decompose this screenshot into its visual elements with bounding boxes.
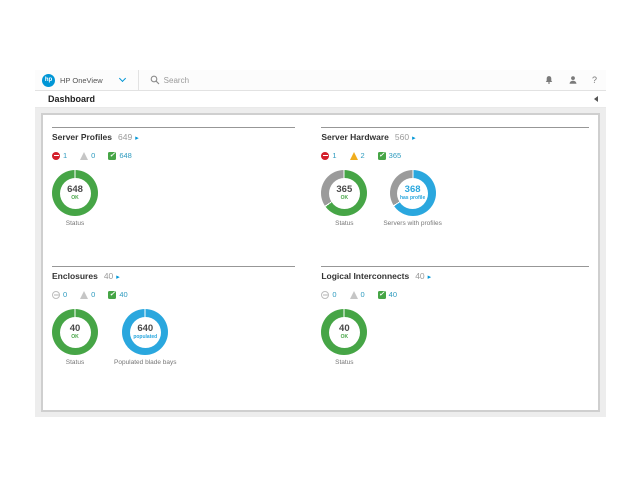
critical-icon [321,152,329,160]
panel-server-profiles: Server Profiles 649 ▸ 1 0 ✓ 648 [52,127,295,266]
chevron-right-icon[interactable]: ▸ [412,134,416,142]
search-input[interactable]: Search [150,75,544,85]
hp-logo: hp [42,74,55,87]
warning-icon [350,152,358,160]
warning-count[interactable]: 0 [350,290,365,299]
warning-count[interactable]: 0 [80,151,95,160]
top-actions: ? [544,75,597,85]
panel-title: Server Profiles [52,132,112,142]
ok-icon: ✓ [108,152,116,160]
panel-count-link[interactable]: 40 [415,271,424,281]
search-placeholder: Search [164,76,189,85]
ok-icon: ✓ [108,291,116,299]
user-icon[interactable] [568,75,578,85]
donut-caption: Populated blade bays [114,359,177,366]
profiles-donut-chart[interactable]: 368 has profile [390,170,436,216]
chevron-right-icon[interactable]: ▸ [428,273,432,281]
panel-count-link[interactable]: 560 [395,132,409,142]
chevron-right-icon[interactable]: ▸ [135,134,139,142]
panel-count-link[interactable]: 649 [118,132,132,142]
donut-caption: Status [335,220,353,227]
critical-count[interactable]: 0 [52,290,67,299]
chevron-right-icon[interactable]: ▸ [116,273,120,281]
panel-enclosures: Enclosures 40 ▸ 0 0 ✓ 40 [52,266,295,410]
warning-icon [80,291,88,299]
donut-caption: Status [335,359,353,366]
donut-caption: Status [66,220,84,227]
critical-icon [52,291,60,299]
ok-icon: ✓ [378,152,386,160]
panel-logical-interconnects: Logical Interconnects 40 ▸ 0 0 ✓ [321,266,589,410]
donut-status: 40 OK Status [52,309,98,366]
donut-status: 40 OK Status [321,309,367,366]
hp-oneview-app: hp HP OneView Search ? Dashboard [35,70,606,417]
top-bar: hp HP OneView Search ? [35,70,606,91]
help-icon[interactable]: ? [592,75,597,85]
content-area: Server Profiles 649 ▸ 1 0 ✓ 648 [35,108,606,417]
critical-count[interactable]: 1 [321,151,336,160]
ok-count[interactable]: ✓ 365 [378,151,402,160]
status-donut-chart[interactable]: 40 OK [52,309,98,355]
warning-icon [350,291,358,299]
panel-server-hardware: Server Hardware 560 ▸ 1 2 ✓ 365 [321,127,589,266]
divider [321,127,589,128]
critical-icon [321,291,329,299]
status-donut-chart[interactable]: 365 OK [321,170,367,216]
page-header: Dashboard [35,91,606,108]
dashboard-board: Server Profiles 649 ▸ 1 0 ✓ 648 [41,113,600,412]
search-icon [150,75,160,85]
panel-count-link[interactable]: 40 [104,271,113,281]
brand-label[interactable]: HP OneView [60,76,103,85]
chevron-down-icon[interactable] [119,75,126,82]
panel-title: Logical Interconnects [321,271,409,281]
donut-status: 648 OK Status [52,170,98,227]
donut-caption: Status [66,359,84,366]
divider [321,266,589,267]
ok-icon: ✓ [378,291,386,299]
critical-count[interactable]: 0 [321,290,336,299]
donut-caption: Servers with profiles [383,220,442,227]
status-donut-chart[interactable]: 40 OK [321,309,367,355]
ok-count[interactable]: ✓ 648 [108,151,132,160]
blade-bays-donut-chart[interactable]: 640 populated [122,309,168,355]
ok-count[interactable]: ✓ 40 [378,290,397,299]
divider [52,127,295,128]
divider [52,266,295,267]
warning-icon [80,152,88,160]
panel-title: Enclosures [52,271,98,281]
warning-count[interactable]: 0 [80,290,95,299]
critical-icon [52,152,60,160]
warning-count[interactable]: 2 [350,151,365,160]
donut-profiles: 368 has profile Servers with profiles [383,170,442,227]
status-donut-chart[interactable]: 648 OK [52,170,98,216]
bell-icon[interactable] [544,75,554,85]
ok-count[interactable]: ✓ 40 [108,290,127,299]
page-title: Dashboard [48,94,95,104]
panel-title: Server Hardware [321,132,389,142]
divider [138,70,139,91]
collapse-panel-icon[interactable] [594,96,598,102]
donut-blade-bays: 640 populated Populated blade bays [114,309,177,366]
donut-status: 365 OK Status [321,170,367,227]
critical-count[interactable]: 1 [52,151,67,160]
